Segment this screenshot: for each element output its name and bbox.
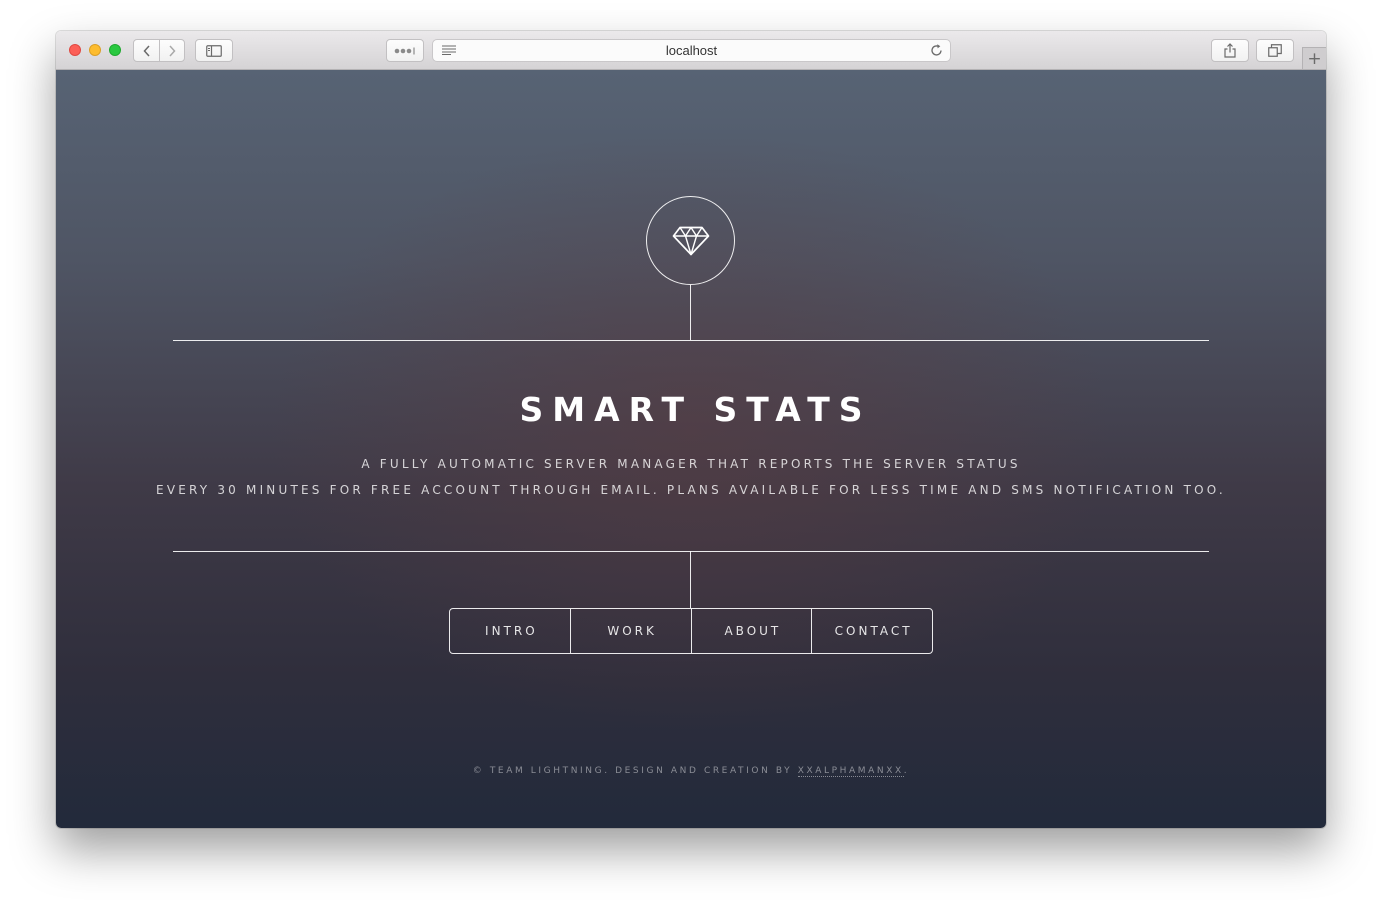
tabs-overview-icon — [1268, 44, 1282, 57]
main-nav: INTRO WORK ABOUT CONTACT — [449, 608, 933, 654]
reload-icon[interactable] — [929, 43, 944, 58]
nav-intro[interactable]: INTRO — [450, 609, 570, 653]
zoom-button[interactable] — [109, 44, 121, 56]
back-button[interactable] — [134, 40, 159, 61]
browser-toolbar: localhost + — [56, 31, 1326, 70]
logo-connector-line — [690, 285, 691, 340]
tabs-overview-button[interactable] — [1256, 39, 1294, 62]
share-button[interactable] — [1211, 39, 1249, 62]
browser-window: localhost + SMART STATS A FULLY AUTOMATI… — [56, 31, 1326, 828]
history-nav — [133, 39, 185, 62]
subtitle-line-2: EVERY 30 MINUTES FOR FREE ACCOUNT THROUG… — [156, 483, 1226, 497]
page-content: SMART STATS A FULLY AUTOMATIC SERVER MAN… — [56, 70, 1326, 828]
address-bar[interactable]: localhost — [432, 39, 951, 62]
page-title: SMART STATS — [519, 390, 872, 429]
minimize-button[interactable] — [89, 44, 101, 56]
chevron-left-icon — [142, 44, 150, 57]
author-link[interactable]: XXALPHAMANXX — [797, 766, 904, 777]
footer-end: . — [903, 766, 910, 776]
menu-connector-line — [690, 551, 691, 608]
footer: © TEAM LIGHTNING. DESIGN AND CREATION BY… — [56, 766, 1326, 777]
sidebar-button[interactable] — [195, 39, 233, 62]
chevron-right-icon — [169, 44, 176, 57]
diamond-icon — [672, 226, 709, 255]
new-tab-button[interactable]: + — [1302, 47, 1326, 69]
subtitle-line-1: A FULLY AUTOMATIC SERVER MANAGER THAT RE… — [361, 457, 1021, 471]
footer-text: © TEAM LIGHTNING. DESIGN AND CREATION BY — [472, 766, 798, 776]
share-icon — [1224, 43, 1236, 58]
top-divider — [173, 340, 1209, 341]
nav-work[interactable]: WORK — [569, 609, 691, 653]
logo-badge — [646, 196, 735, 285]
forward-button[interactable] — [159, 40, 184, 61]
bottom-divider — [173, 551, 1209, 552]
extensions-button[interactable] — [386, 39, 424, 62]
nav-contact[interactable]: CONTACT — [811, 609, 932, 653]
sidebar-icon — [206, 44, 222, 57]
close-button[interactable] — [69, 44, 81, 56]
url-text[interactable]: localhost — [433, 40, 950, 61]
nav-about[interactable]: ABOUT — [690, 609, 812, 653]
dots-icon — [394, 47, 415, 54]
